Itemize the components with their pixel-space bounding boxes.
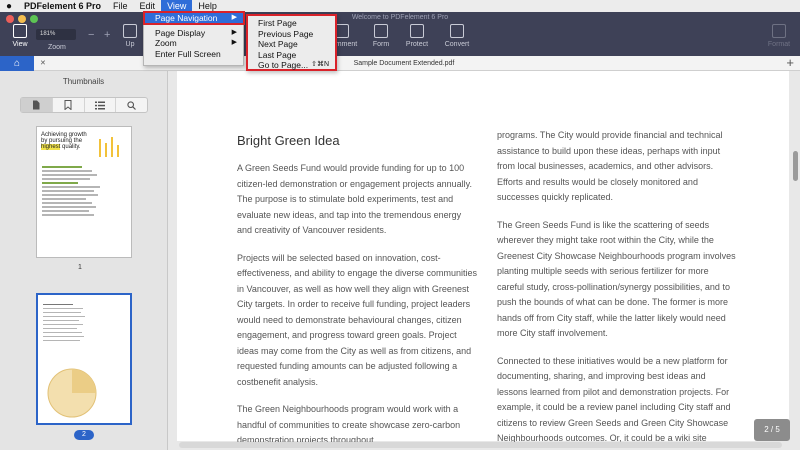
menu-item-enter-full-screen[interactable]: Enter Full Screen: [144, 49, 243, 60]
document-page: Bright Green Idea A Green Seeds Fund wou…: [177, 71, 789, 445]
window-title: Welcome to PDFelement 6 Pro: [351, 14, 449, 21]
menu-edit[interactable]: Edit: [134, 0, 162, 12]
panel-tabs: [20, 97, 148, 113]
view-menu: Page Navigation ▶ Page Display ▶ Zoom ▶ Ent…: [143, 12, 244, 66]
list-icon[interactable]: [85, 98, 117, 112]
convert-icon: [450, 24, 464, 38]
tab-bar: ⌂ Sample Document Extended.pdf ✕ +: [0, 55, 800, 71]
document-heading: Bright Green Idea: [237, 133, 340, 148]
menu-bar: ● PDFelement 6 Pro File Edit View Help: [0, 0, 800, 12]
up-icon: [123, 24, 137, 38]
shortcut-label: ⇧⌘N: [311, 61, 329, 68]
paragraph: A Green Seeds Fund would provide funding…: [237, 163, 472, 235]
menu-item-page-display[interactable]: Page Display ▶: [144, 28, 243, 39]
thumbnail-chart-icon: [99, 137, 119, 157]
protect-button[interactable]: Protect: [397, 24, 437, 48]
convert-label: Convert: [444, 41, 470, 48]
thumbnail-text-lines: [38, 295, 130, 341]
vertical-scrollbar[interactable]: [793, 151, 798, 181]
menu-file[interactable]: File: [107, 0, 134, 12]
paragraph: Projects will be selected based on innov…: [237, 252, 477, 387]
add-tab-icon[interactable]: +: [786, 55, 794, 70]
form-icon: [374, 24, 388, 38]
lock-icon: [410, 24, 424, 38]
thumbnail-page-number: 2: [74, 430, 94, 440]
apple-icon[interactable]: ●: [0, 1, 18, 12]
menu-item-first-page[interactable]: First Page: [248, 18, 335, 29]
protect-label: Protect: [405, 41, 429, 48]
up-label: Up: [125, 41, 135, 48]
form-button[interactable]: Form: [361, 24, 401, 48]
thumbnail-text-lines: [37, 166, 131, 216]
comment-icon: [335, 24, 349, 38]
horizontal-scrollbar[interactable]: [179, 442, 782, 448]
thumbnails-panel: Thumbnails Achieving growth by pursuing …: [0, 71, 168, 450]
menu-help[interactable]: Help: [192, 0, 223, 12]
page-icon[interactable]: [21, 98, 53, 112]
menu-app-name[interactable]: PDFelement 6 Pro: [18, 0, 107, 12]
paragraph: programs. The City would provide financi…: [497, 130, 723, 202]
thumbnail-heading: Achieving growth by pursuing the highest…: [41, 132, 87, 150]
thumbnail-page-number: 1: [78, 264, 82, 271]
format-label: Format: [767, 41, 791, 48]
close-tab-icon[interactable]: ✕: [40, 56, 46, 71]
zoom-out-button[interactable]: −: [88, 29, 94, 41]
chevron-right-icon: ▶: [231, 39, 237, 46]
format-icon: [772, 24, 786, 38]
menu-item-next-page[interactable]: Next Page: [248, 39, 335, 50]
chevron-right-icon: ▶: [231, 28, 237, 36]
view-label: View: [12, 41, 28, 48]
page-thumbnail-1[interactable]: Achieving growth by pursuing the highest…: [36, 126, 132, 258]
menu-item-previous-page[interactable]: Previous Page: [248, 29, 335, 40]
bookmark-icon[interactable]: [53, 98, 85, 112]
zoom-label: Zoom: [48, 44, 66, 51]
convert-button[interactable]: Convert: [437, 24, 477, 48]
menu-item-page-navigation[interactable]: Page Navigation ▶: [144, 13, 243, 24]
chevron-right-icon: ▶: [231, 14, 237, 21]
paragraph: The Green Seeds Fund is like the scatter…: [497, 219, 736, 339]
view-button[interactable]: View: [0, 24, 40, 48]
form-label: Form: [372, 41, 390, 48]
page-navigation-submenu: First Page Previous Page Next Page Last …: [246, 14, 337, 71]
format-button[interactable]: Format: [759, 24, 799, 48]
menu-view[interactable]: View: [161, 0, 193, 12]
menu-item-last-page[interactable]: Last Page: [248, 50, 335, 61]
view-icon: [13, 24, 27, 38]
right-column: programs. The City would provide financi…: [497, 128, 737, 450]
page-thumbnail-2[interactable]: [36, 293, 132, 425]
panel-title: Thumbnails: [62, 77, 105, 86]
zoom-select[interactable]: 181%: [36, 29, 76, 40]
toolbar: Welcome to PDFelement 6 Pro View 181% Zo…: [0, 12, 800, 56]
left-column: A Green Seeds Fund would provide funding…: [237, 161, 477, 450]
thumbnail-pie-icon: [47, 368, 97, 418]
search-icon[interactable]: [116, 98, 147, 112]
page-indicator: 2 / 5: [754, 419, 790, 441]
menu-item-go-to-page[interactable]: Go to Page... ⇧⌘N: [248, 60, 335, 71]
paragraph: Connected to these initiatives would be …: [497, 355, 731, 444]
menu-item-zoom[interactable]: Zoom ▶: [144, 38, 243, 49]
document-viewer[interactable]: Bright Green Idea A Green Seeds Fund wou…: [169, 71, 800, 450]
home-icon[interactable]: ⌂: [0, 56, 34, 71]
